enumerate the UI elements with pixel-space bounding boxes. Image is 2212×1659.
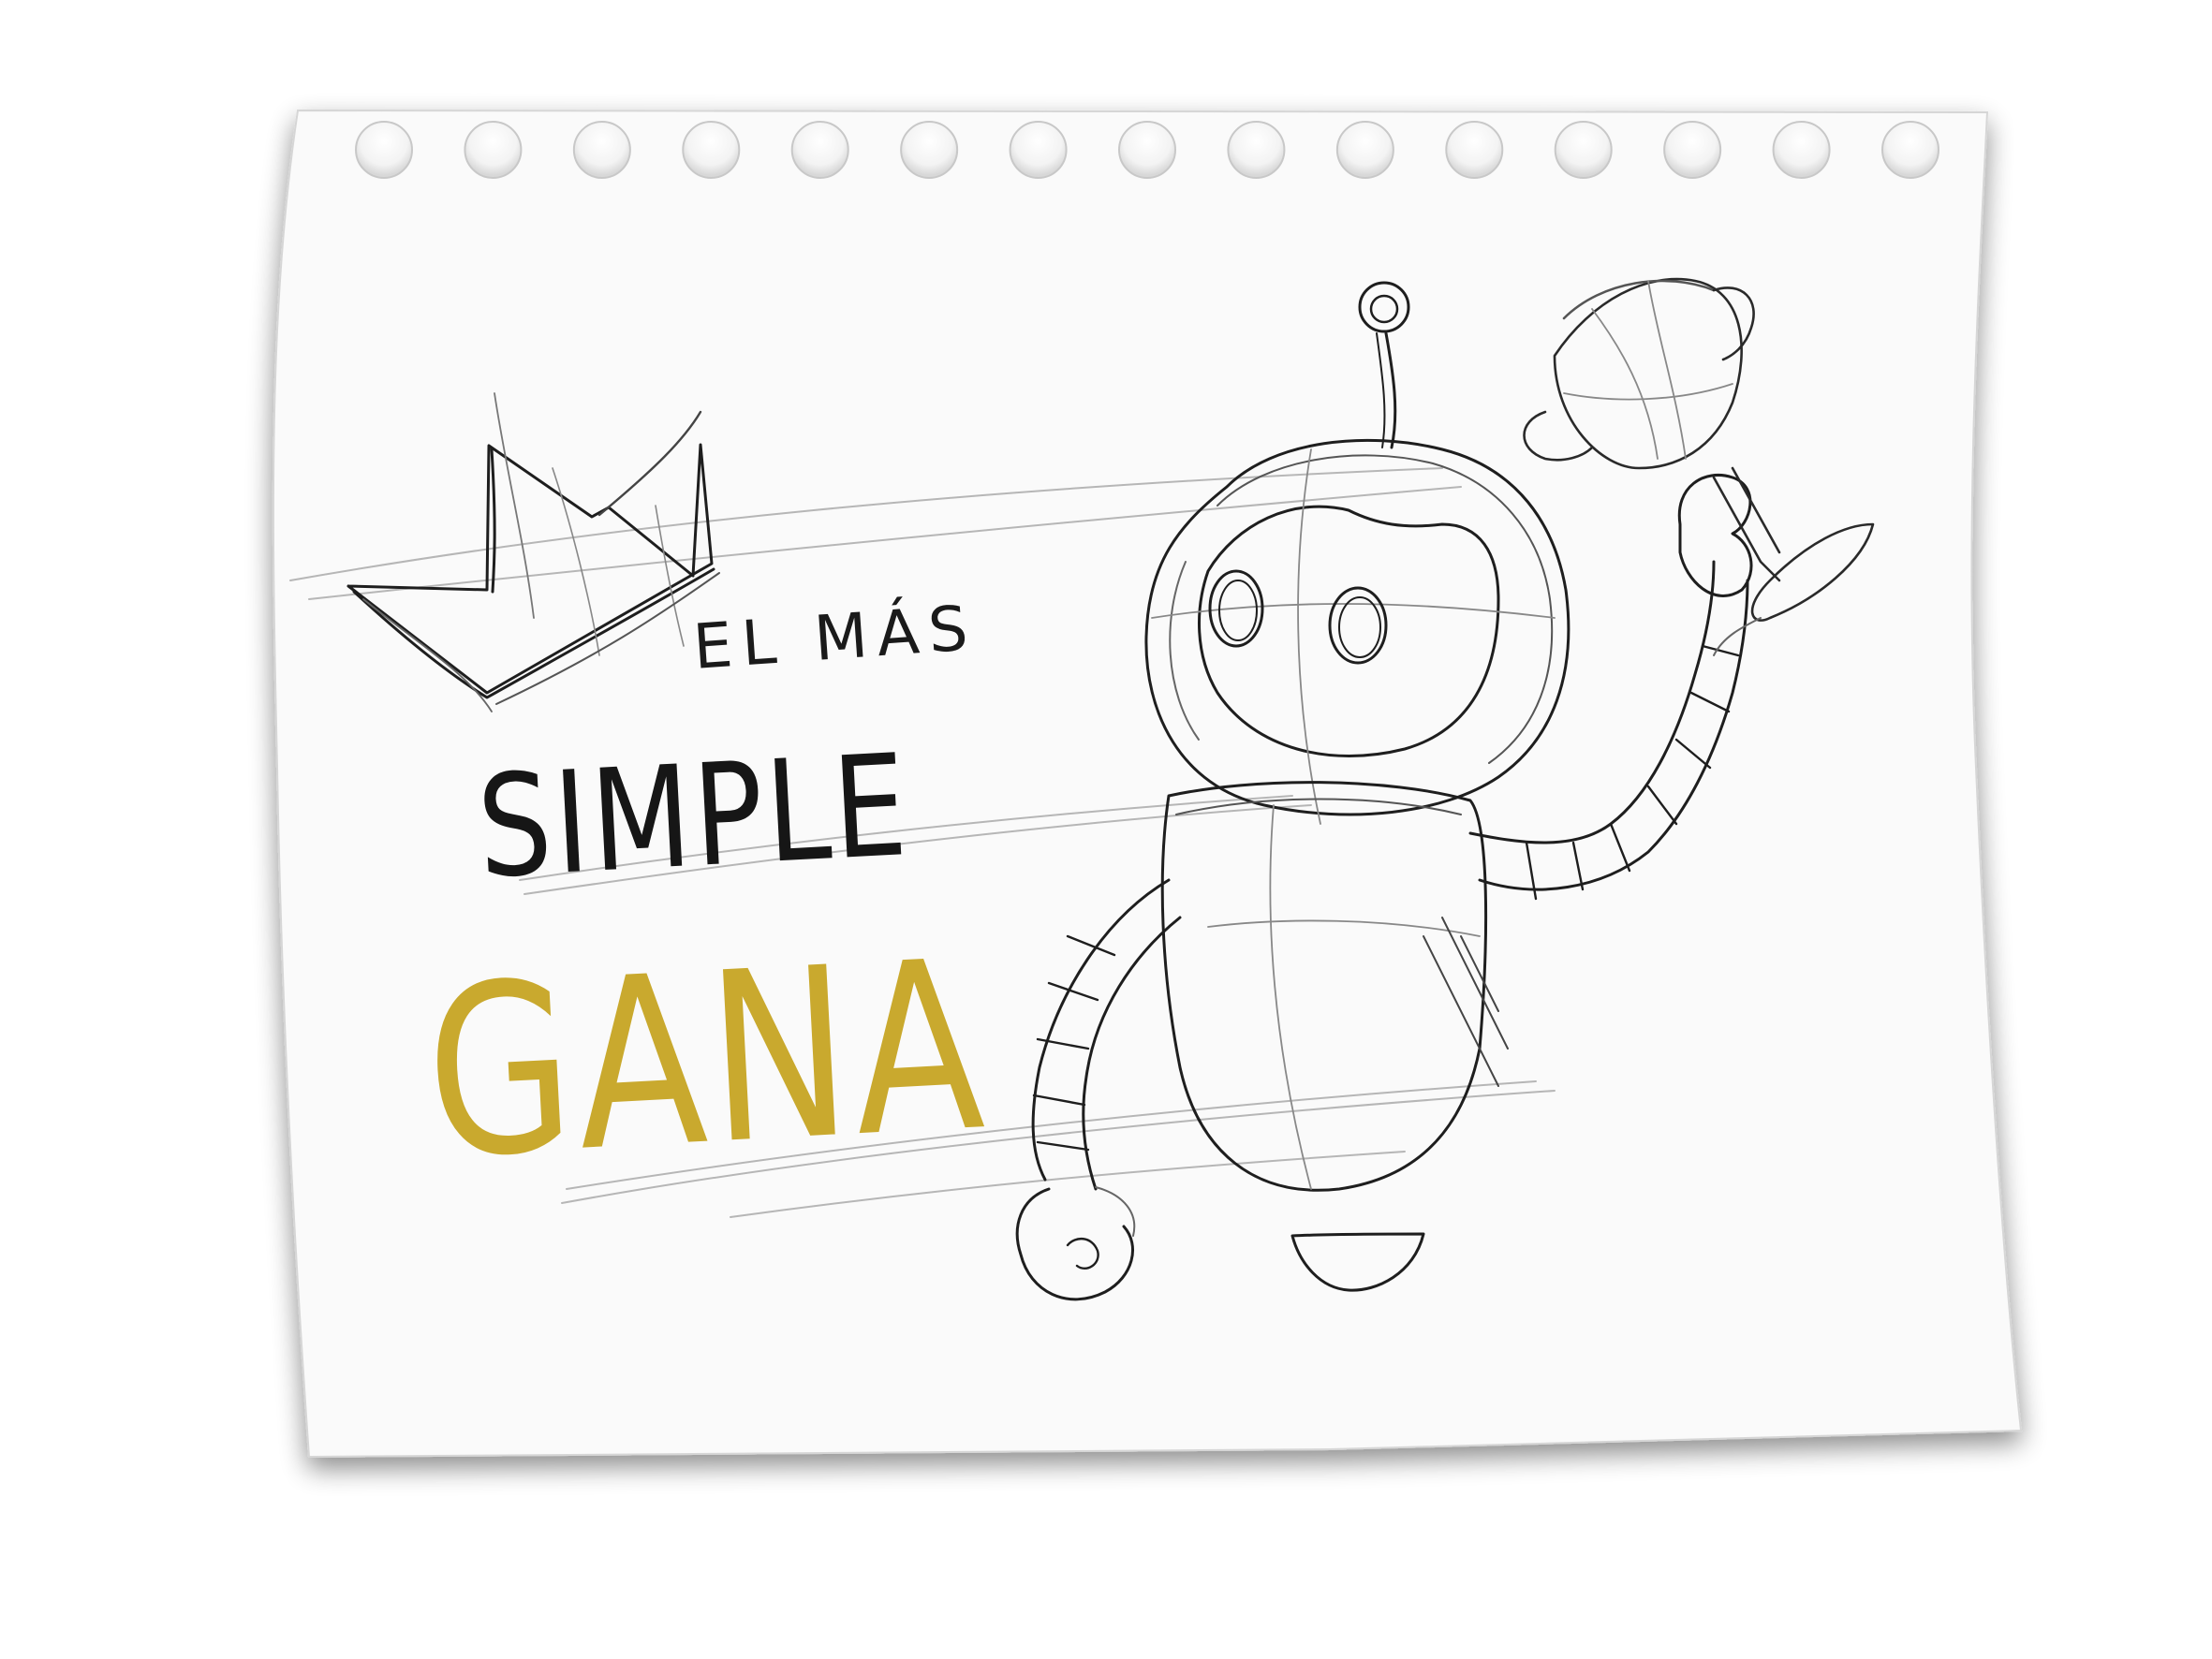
binder-hole-icon [1554,121,1613,179]
binder-hole-icon [682,121,741,179]
binder-hole-icon [1335,121,1394,179]
binder-hole-icon [464,121,523,179]
binder-hole-icon [355,121,413,179]
binder-hole-icon [790,121,849,179]
binder-hole-icon [900,121,959,179]
headline-line2: SIMPLE [474,725,913,910]
binder-holes [355,121,1939,179]
notepad-illustration: EL MÁS SIMPLE GANA [0,0,2212,1659]
binder-hole-icon [1881,121,1939,179]
sketch-canvas: EL MÁS SIMPLE GANA [272,109,2023,1459]
binder-hole-icon [1009,121,1068,179]
binder-hole-icon [1772,121,1831,179]
binder-hole-icon [1118,121,1176,179]
binder-hole-icon [1227,121,1286,179]
binder-hole-icon [1445,121,1504,179]
binder-hole-icon [1663,121,1722,179]
binder-hole-icon [572,121,631,179]
headline-line3: GANA [420,910,994,1211]
